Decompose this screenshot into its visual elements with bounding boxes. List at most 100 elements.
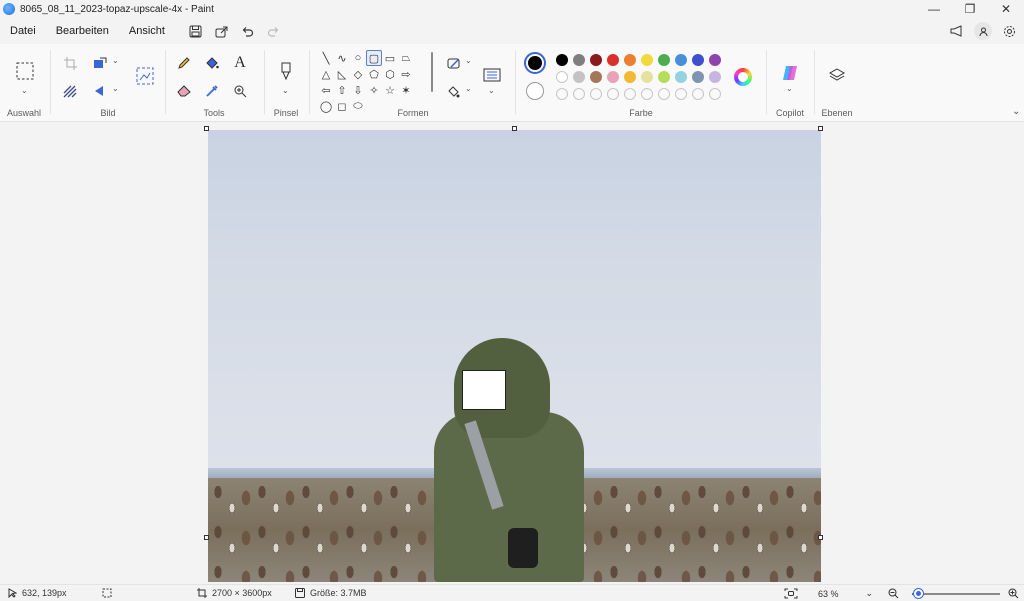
fill-button[interactable]	[200, 52, 224, 74]
color-swatch[interactable]	[709, 54, 721, 66]
custom-color-slot[interactable]	[556, 88, 568, 100]
feedback-button[interactable]	[946, 20, 968, 42]
custom-color-slot[interactable]	[641, 88, 653, 100]
color-swatch[interactable]	[573, 71, 585, 83]
menu-view[interactable]: Ansicht	[119, 25, 175, 37]
color-swatch[interactable]	[692, 54, 704, 66]
color-swatch[interactable]	[658, 54, 670, 66]
secondary-color-button[interactable]	[526, 82, 544, 100]
remove-background-button[interactable]	[58, 80, 82, 102]
resize-handle-top[interactable]	[512, 126, 517, 131]
resize-chevron-icon[interactable]: ⌄	[112, 56, 119, 65]
resize-handle-right[interactable]	[818, 535, 823, 540]
shape-option[interactable]: ⇨	[398, 66, 414, 82]
color-swatch[interactable]	[641, 71, 653, 83]
zoom-in-button[interactable]	[1008, 588, 1019, 599]
shape-option[interactable]: ⬠	[366, 66, 382, 82]
custom-color-slot[interactable]	[573, 88, 585, 100]
image-canvas[interactable]	[208, 130, 821, 582]
edit-colors-button[interactable]	[734, 68, 752, 86]
color-swatch[interactable]	[658, 71, 670, 83]
shape-option[interactable]: ▢	[366, 50, 382, 66]
custom-color-slot[interactable]	[607, 88, 619, 100]
color-swatch[interactable]	[675, 71, 687, 83]
custom-color-slot[interactable]	[624, 88, 636, 100]
shape-option[interactable]: ⇦	[318, 82, 334, 98]
color-swatch[interactable]	[573, 54, 585, 66]
color-swatch[interactable]	[675, 54, 687, 66]
crop-button[interactable]	[58, 52, 82, 74]
shape-option[interactable]: △	[318, 66, 334, 82]
resize-handle-top-right[interactable]	[818, 126, 823, 131]
custom-color-slot[interactable]	[709, 88, 721, 100]
shape-gallery-scrollbar[interactable]	[431, 52, 433, 92]
stroke-size-button[interactable]	[480, 64, 504, 86]
menu-file[interactable]: Datei	[0, 25, 46, 37]
rotate-chevron-icon[interactable]: ⌄	[112, 84, 119, 93]
shape-option[interactable]: ✶	[398, 82, 414, 98]
color-swatch[interactable]	[556, 54, 568, 66]
shape-option[interactable]: ◺	[334, 66, 350, 82]
brushes-button[interactable]	[274, 60, 298, 82]
settings-button[interactable]	[998, 20, 1020, 42]
fit-to-window-button[interactable]	[784, 588, 798, 599]
close-button[interactable]: ✕	[988, 0, 1024, 18]
copilot-button[interactable]	[778, 62, 802, 84]
selection-tool-button[interactable]	[12, 58, 38, 84]
color-swatch[interactable]	[607, 54, 619, 66]
shape-option[interactable]: ✧	[366, 82, 382, 98]
shape-option[interactable]: ◇	[350, 66, 366, 82]
resize-button[interactable]	[88, 52, 112, 74]
eraser-button[interactable]	[172, 80, 196, 102]
shape-option[interactable]: ⇩	[350, 82, 366, 98]
stroke-size-chevron-icon[interactable]: ⌄	[488, 86, 495, 95]
zoom-slider-thumb[interactable]	[914, 589, 923, 598]
image-creator-button[interactable]	[132, 64, 158, 88]
color-swatch[interactable]	[590, 54, 602, 66]
redo-button[interactable]	[261, 20, 287, 42]
minimize-button[interactable]: —	[916, 0, 952, 18]
shape-option[interactable]: ☆	[382, 82, 398, 98]
color-swatch[interactable]	[556, 71, 568, 83]
primary-color-button[interactable]	[524, 52, 546, 74]
color-picker-button[interactable]	[200, 80, 224, 102]
fill-shape-button[interactable]	[442, 80, 466, 102]
zoom-dropdown[interactable]: 63 % ⌄	[818, 588, 873, 599]
resize-handle-top-left[interactable]	[204, 126, 209, 131]
outline-button[interactable]	[442, 52, 466, 74]
outline-chevron-icon[interactable]: ⌄	[465, 56, 472, 65]
resize-handle-left[interactable]	[204, 535, 209, 540]
shape-option[interactable]: ○	[350, 50, 366, 66]
pencil-button[interactable]	[172, 52, 196, 74]
shape-option[interactable]: ⇧	[334, 82, 350, 98]
share-button[interactable]	[209, 20, 235, 42]
custom-color-slot[interactable]	[590, 88, 602, 100]
color-swatch[interactable]	[641, 54, 653, 66]
shape-option[interactable]: ∿	[334, 50, 350, 66]
custom-color-slot[interactable]	[675, 88, 687, 100]
color-swatch[interactable]	[624, 71, 636, 83]
account-button[interactable]	[972, 20, 994, 42]
menu-edit[interactable]: Bearbeiten	[46, 25, 119, 37]
color-swatch[interactable]	[692, 71, 704, 83]
ribbon-collapse-chevron-icon[interactable]: ⌄	[1012, 106, 1020, 117]
restore-button[interactable]: ❐	[952, 0, 988, 18]
text-button[interactable]: A	[228, 52, 252, 74]
shape-option[interactable]: ⏢	[398, 50, 414, 66]
custom-color-slot[interactable]	[658, 88, 670, 100]
color-swatch[interactable]	[590, 71, 602, 83]
color-swatch[interactable]	[607, 71, 619, 83]
zoom-out-button[interactable]	[888, 588, 899, 599]
shape-option[interactable]: ▭	[382, 50, 398, 66]
undo-button[interactable]	[235, 20, 261, 42]
layers-button[interactable]	[825, 64, 849, 86]
shape-option[interactable]: ⬡	[382, 66, 398, 82]
color-swatch[interactable]	[709, 71, 721, 83]
rotate-button[interactable]	[88, 80, 112, 102]
shape-option[interactable]: ╲	[318, 50, 334, 66]
fill-shape-chevron-icon[interactable]: ⌄	[465, 84, 472, 93]
color-swatch[interactable]	[624, 54, 636, 66]
zoom-slider[interactable]	[912, 589, 1000, 598]
custom-color-slot[interactable]	[692, 88, 704, 100]
shape-option[interactable]: ◻	[334, 98, 350, 114]
